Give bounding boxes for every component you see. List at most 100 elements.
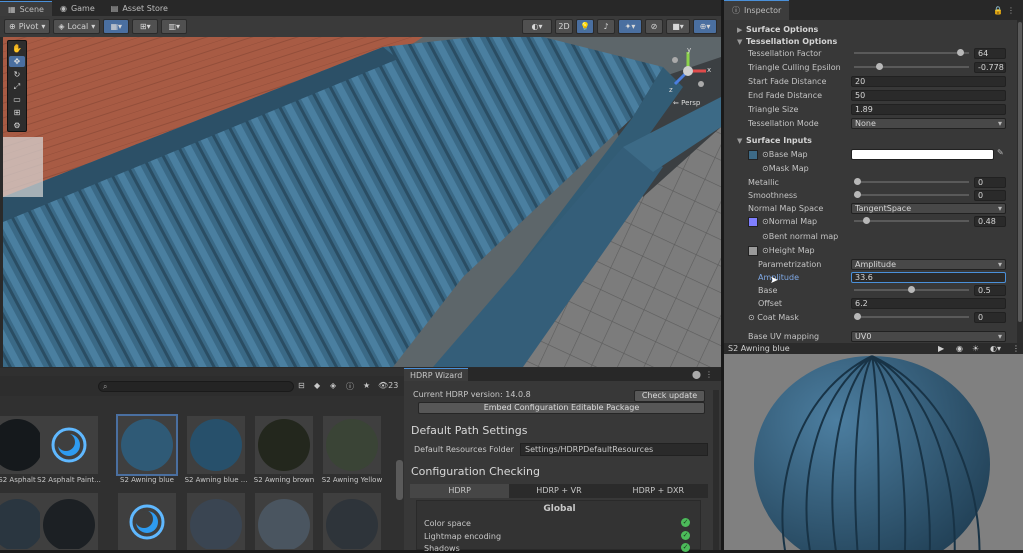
grid-snap-button[interactable]: ▦▾ xyxy=(103,19,130,34)
rect-tool[interactable]: ▭ xyxy=(9,94,25,106)
tessellation-factor-slider[interactable] xyxy=(854,49,969,56)
inspector-scrollbar[interactable] xyxy=(1017,20,1023,343)
smoothness-field[interactable]: 0 xyxy=(974,190,1006,201)
camera-button[interactable]: ■▾ xyxy=(666,19,690,34)
play-icon[interactable]: ▶ xyxy=(938,343,944,354)
base-slider[interactable] xyxy=(854,286,969,293)
lighting-toggle[interactable]: 💡 xyxy=(576,19,594,34)
label-icon[interactable]: ◈ xyxy=(330,381,336,390)
uv-mapping-dropdown[interactable]: UV0 xyxy=(851,331,1006,342)
base-field[interactable]: 0.5 xyxy=(974,285,1006,296)
triangle-culling-field[interactable]: -0.778 xyxy=(974,62,1006,73)
2d-toggle[interactable]: 2D xyxy=(555,19,573,34)
orientation-gizmo[interactable]: y x z ⇐ Persp xyxy=(663,46,713,108)
parametrization-dropdown[interactable]: Amplitude xyxy=(851,259,1006,270)
menu-icon[interactable]: ⋮ xyxy=(705,370,713,379)
light-icon[interactable]: ☀ xyxy=(972,343,979,354)
scrollbar-thumb[interactable] xyxy=(1018,22,1022,322)
tab-hdrp-vr[interactable]: HDRP + VR xyxy=(509,484,608,498)
hidden-objects-toggle[interactable]: ⊘ xyxy=(645,19,663,34)
sphere-icon[interactable]: ◉ xyxy=(956,343,963,354)
tessellation-factor-field[interactable]: 64 xyxy=(974,48,1006,59)
asset-thumbnail[interactable] xyxy=(187,493,245,550)
normal-space-dropdown[interactable]: TangentSpace xyxy=(851,203,1006,214)
slider-knob[interactable] xyxy=(908,286,915,293)
eyedropper-icon[interactable]: ✎ xyxy=(997,148,1004,157)
slider-knob[interactable] xyxy=(956,49,964,56)
tessellation-mode-dropdown[interactable]: None xyxy=(851,118,1006,129)
slider-knob[interactable] xyxy=(854,313,861,320)
bent-normal-label[interactable]: ⊙Bent normal map xyxy=(762,232,838,241)
end-fade-field[interactable]: 50 xyxy=(851,90,1006,101)
menu-icon[interactable]: ⋮ xyxy=(1007,6,1015,15)
triangle-culling-slider[interactable] xyxy=(854,63,969,70)
hand-tool[interactable]: ✋ xyxy=(9,43,25,55)
project-scrollbar[interactable] xyxy=(396,460,403,500)
hdrp-scrollbar[interactable] xyxy=(713,390,719,550)
asset-thumbnail[interactable] xyxy=(323,416,381,474)
metallic-slider[interactable] xyxy=(854,178,969,185)
filter-icon[interactable]: ⊟ xyxy=(298,381,305,390)
offset-field[interactable]: 6.2 xyxy=(851,298,1006,309)
slider-knob[interactable] xyxy=(862,217,870,224)
normal-map-slot[interactable] xyxy=(748,216,758,227)
tab-hdrp-dxr[interactable]: HDRP + DXR xyxy=(609,484,708,498)
slider-knob[interactable] xyxy=(875,63,883,70)
increment-snap-button[interactable]: ⊞▾ xyxy=(132,19,159,34)
triangle-size-field[interactable]: 1.89 xyxy=(851,104,1006,115)
asset-thumbnail[interactable] xyxy=(187,416,245,474)
normal-scale-field[interactable]: 0.48 xyxy=(974,216,1006,227)
coat-mask-field[interactable]: 0 xyxy=(974,312,1006,323)
surface-inputs-header[interactable]: ▼ Surface Inputs xyxy=(724,134,1016,147)
asset-thumbnail[interactable] xyxy=(255,416,313,474)
local-dropdown[interactable]: ◈ Local ▾ xyxy=(53,19,101,34)
scale-tool[interactable]: ⤢ xyxy=(9,81,25,93)
audio-toggle[interactable]: ♪ xyxy=(597,19,615,34)
tab-hdrp[interactable]: HDRP xyxy=(410,484,510,498)
tab-scene[interactable]: ▦ Scene xyxy=(0,1,52,16)
move-tool[interactable]: ✥ xyxy=(9,55,25,68)
mask-map-label[interactable]: ⊙Mask Map xyxy=(762,164,809,173)
height-map-slot[interactable] xyxy=(748,245,758,256)
coat-mask-slider[interactable] xyxy=(854,313,969,320)
asset-thumbnail[interactable] xyxy=(40,416,98,474)
log-icon[interactable]: ⓘ xyxy=(346,381,354,392)
lock-icon[interactable]: 🔒 xyxy=(993,6,1003,15)
custom-tool[interactable]: ⚙ xyxy=(9,119,25,131)
lock-icon[interactable]: ⬤ xyxy=(692,370,701,379)
preview-sphere[interactable] xyxy=(754,354,994,550)
asset-thumbnail[interactable] xyxy=(40,493,98,550)
type-icon[interactable]: ◆ xyxy=(314,381,320,390)
asset-thumbnail[interactable] xyxy=(255,493,313,550)
resources-folder-field[interactable]: Settings/HDRPDefaultResources xyxy=(520,443,708,456)
draw-mode-button[interactable]: ◐▾ xyxy=(522,19,552,34)
menu-icon[interactable]: ⋮ xyxy=(1012,343,1020,354)
tab-asset-store[interactable]: ▤ Asset Store xyxy=(103,1,176,16)
rotate-tool[interactable]: ↻ xyxy=(9,68,25,80)
project-search-input[interactable]: ⌕ xyxy=(98,381,294,392)
base-color-field[interactable] xyxy=(851,149,994,160)
base-map-slot[interactable] xyxy=(748,149,758,160)
tab-inspector[interactable]: ⓘ Inspector xyxy=(724,0,790,20)
background-icon[interactable]: ◐▾ xyxy=(990,343,1001,354)
asset-thumbnail[interactable] xyxy=(118,493,176,550)
pivot-dropdown[interactable]: ⊕ Pivot ▾ xyxy=(4,19,51,34)
tab-hdrp-wizard[interactable]: HDRP Wizard xyxy=(404,368,469,381)
asset-thumbnail[interactable] xyxy=(116,414,178,476)
scene-viewport[interactable] xyxy=(3,37,721,367)
smoothness-slider[interactable] xyxy=(854,191,969,198)
persp-label[interactable]: ⇐ Persp xyxy=(673,99,700,107)
amplitude-field[interactable]: 33.6 xyxy=(851,272,1006,283)
start-fade-field[interactable]: 20 xyxy=(851,76,1006,87)
grid-visibility-button[interactable]: ▥▾ xyxy=(161,19,188,34)
slider-knob[interactable] xyxy=(854,178,861,185)
check-update-button[interactable]: Check update xyxy=(634,390,705,402)
slider-knob[interactable] xyxy=(854,191,861,198)
star-icon[interactable]: ★ xyxy=(363,381,370,390)
effects-button[interactable]: ✦▾ xyxy=(618,19,642,34)
metallic-field[interactable]: 0 xyxy=(974,177,1006,188)
normal-scale-slider[interactable] xyxy=(854,217,969,224)
asset-thumbnail[interactable] xyxy=(323,493,381,550)
transform-tool[interactable]: ⊞ xyxy=(9,107,25,119)
embed-config-button[interactable]: Embed Configuration Editable Package xyxy=(418,402,705,414)
